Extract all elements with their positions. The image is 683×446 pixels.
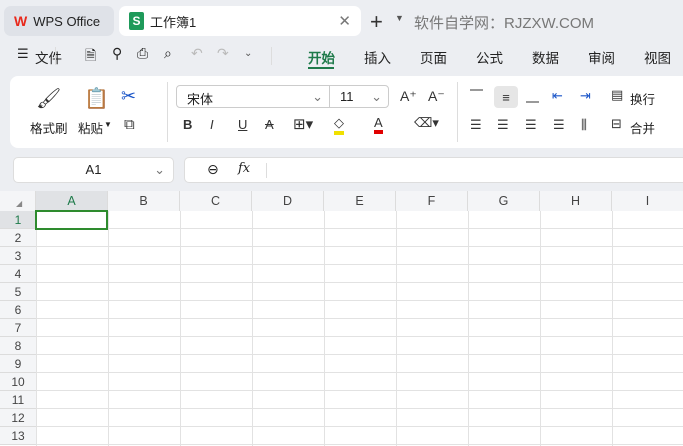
column-header-C[interactable]: C xyxy=(180,191,252,211)
save-icon[interactable]: 🗎 xyxy=(85,45,96,69)
strikethrough-icon[interactable]: A xyxy=(265,117,274,132)
row-header-1[interactable]: 1 xyxy=(0,211,36,229)
row-header-8[interactable]: 8 xyxy=(0,337,36,355)
font-color-icon[interactable]: A xyxy=(374,115,383,134)
row-header-2[interactable]: 2 xyxy=(0,229,36,247)
select-all-corner[interactable]: ◢ xyxy=(0,191,36,211)
menu-view[interactable]: 视图 xyxy=(644,47,671,67)
underline-icon[interactable]: U xyxy=(238,117,247,132)
font-size-value: 11 xyxy=(340,89,354,104)
fx-icon[interactable]: fx xyxy=(238,161,250,176)
watermark-text: 软件自学网：RJZXW.COM xyxy=(414,15,594,32)
align-right-icon[interactable]: ☰ xyxy=(525,117,537,133)
new-tab-plus-icon[interactable]: + xyxy=(370,9,383,35)
link-icon[interactable]: ⚲ xyxy=(112,45,122,62)
wps-logo-icon: W xyxy=(14,13,28,29)
column-header-H[interactable]: H xyxy=(540,191,612,211)
border-icon[interactable]: ⊞▾ xyxy=(293,115,313,133)
menu-page[interactable]: 页面 xyxy=(420,47,447,67)
align-bottom-icon[interactable]: ⎽ xyxy=(526,88,539,104)
zoom-search-icon[interactable]: ⊖ xyxy=(207,161,219,178)
wrap-button[interactable]: 换行 xyxy=(630,89,655,108)
row-header-7[interactable]: 7 xyxy=(0,319,36,337)
row-header-12[interactable]: 12 xyxy=(0,409,36,427)
menu-insert[interactable]: 插入 xyxy=(364,47,391,67)
menu-data[interactable]: 数据 xyxy=(532,47,559,67)
bold-icon[interactable]: B xyxy=(183,117,192,132)
formula-bar[interactable]: ⊖ fx xyxy=(184,157,683,183)
column-header-I[interactable]: I xyxy=(612,191,683,211)
menu-icon[interactable]: ☰ xyxy=(17,46,29,62)
format-painter-button[interactable]: 格式刷 xyxy=(30,118,68,137)
align-center-icon[interactable]: ☰ xyxy=(497,117,509,133)
merge-icon[interactable]: ⊟ xyxy=(611,116,622,132)
italic-icon[interactable]: I xyxy=(210,117,214,132)
row-header-9[interactable]: 9 xyxy=(0,355,36,373)
decrease-font-icon[interactable]: A⁻ xyxy=(428,88,445,105)
column-header-A[interactable]: A xyxy=(36,191,108,211)
menu-file[interactable]: 文件 xyxy=(35,47,62,67)
justify-icon[interactable]: ☰ xyxy=(553,117,565,133)
column-header-B[interactable]: B xyxy=(108,191,180,211)
align-top-icon[interactable]: ⎺ xyxy=(470,88,483,104)
sheet-icon: S xyxy=(129,12,144,30)
tab-wps-office[interactable]: W WPS Office xyxy=(4,6,114,36)
distributed-icon[interactable]: ⫼ xyxy=(581,117,587,133)
decrease-indent-icon[interactable]: ⇤ xyxy=(552,88,563,104)
copy-icon[interactable]: ⧉ xyxy=(124,116,135,133)
column-header-F[interactable]: F xyxy=(396,191,468,211)
tab-label: 工作簿1 xyxy=(150,14,197,30)
print-icon[interactable]: ⎙ xyxy=(137,45,148,62)
row-header-3[interactable]: 3 xyxy=(0,247,36,265)
print-preview-icon[interactable]: ⌕ xyxy=(164,45,172,62)
row-header-4[interactable]: 4 xyxy=(0,265,36,283)
align-left-icon[interactable]: ☰ xyxy=(470,117,482,133)
row-header-5[interactable]: 5 xyxy=(0,283,36,301)
name-box[interactable]: A1 ⌄ xyxy=(13,157,174,183)
row-header-6[interactable]: 6 xyxy=(0,301,36,319)
increase-font-icon[interactable]: A⁺ xyxy=(400,88,417,105)
menu-review[interactable]: 审阅 xyxy=(588,47,615,67)
paste-icon[interactable]: 📋 xyxy=(84,86,109,111)
font-name-select[interactable]: 宋体 ⌄ xyxy=(176,85,330,108)
increase-indent-icon[interactable]: ⇥ xyxy=(580,88,591,104)
fill-color-icon[interactable]: ◇ xyxy=(334,115,344,135)
font-name-value: 宋体 xyxy=(187,92,214,107)
row-header-13[interactable]: 13 xyxy=(0,427,36,445)
menu-home[interactable]: 开始 xyxy=(308,47,335,67)
font-size-select[interactable]: 11 ⌄ xyxy=(329,85,389,108)
row-header-11[interactable]: 11 xyxy=(0,391,36,409)
column-header-E[interactable]: E xyxy=(324,191,396,211)
cut-icon[interactable]: ✂ xyxy=(121,86,136,107)
format-painter-icon[interactable]: 🖌 xyxy=(36,86,61,111)
tab-workbook[interactable]: S 工作簿1 ✕ xyxy=(119,6,361,36)
chevron-down-icon[interactable]: ▼ xyxy=(395,13,404,23)
menu-formula[interactable]: 公式 xyxy=(476,47,503,67)
paste-button[interactable]: 粘贴 xyxy=(78,118,103,137)
wrap-icon[interactable]: ▤ xyxy=(611,87,623,103)
redo-icon[interactable]: ↷ xyxy=(217,45,229,62)
cell-ref: A1 xyxy=(85,162,102,177)
column-header-G[interactable]: G xyxy=(468,191,540,211)
undo-icon[interactable]: ↶ xyxy=(191,45,203,62)
selected-cell[interactable] xyxy=(35,210,108,230)
eraser-icon[interactable]: ⌫▾ xyxy=(414,115,439,131)
row-header-10[interactable]: 10 xyxy=(0,373,36,391)
column-header-D[interactable]: D xyxy=(252,191,324,211)
align-middle-icon[interactable]: ≡ xyxy=(494,86,518,108)
close-icon[interactable]: ✕ xyxy=(338,12,351,30)
tab-label: WPS Office xyxy=(33,13,101,29)
more-chevron-icon[interactable]: ⌄ xyxy=(244,48,252,59)
merge-button[interactable]: 合并 xyxy=(630,118,655,137)
